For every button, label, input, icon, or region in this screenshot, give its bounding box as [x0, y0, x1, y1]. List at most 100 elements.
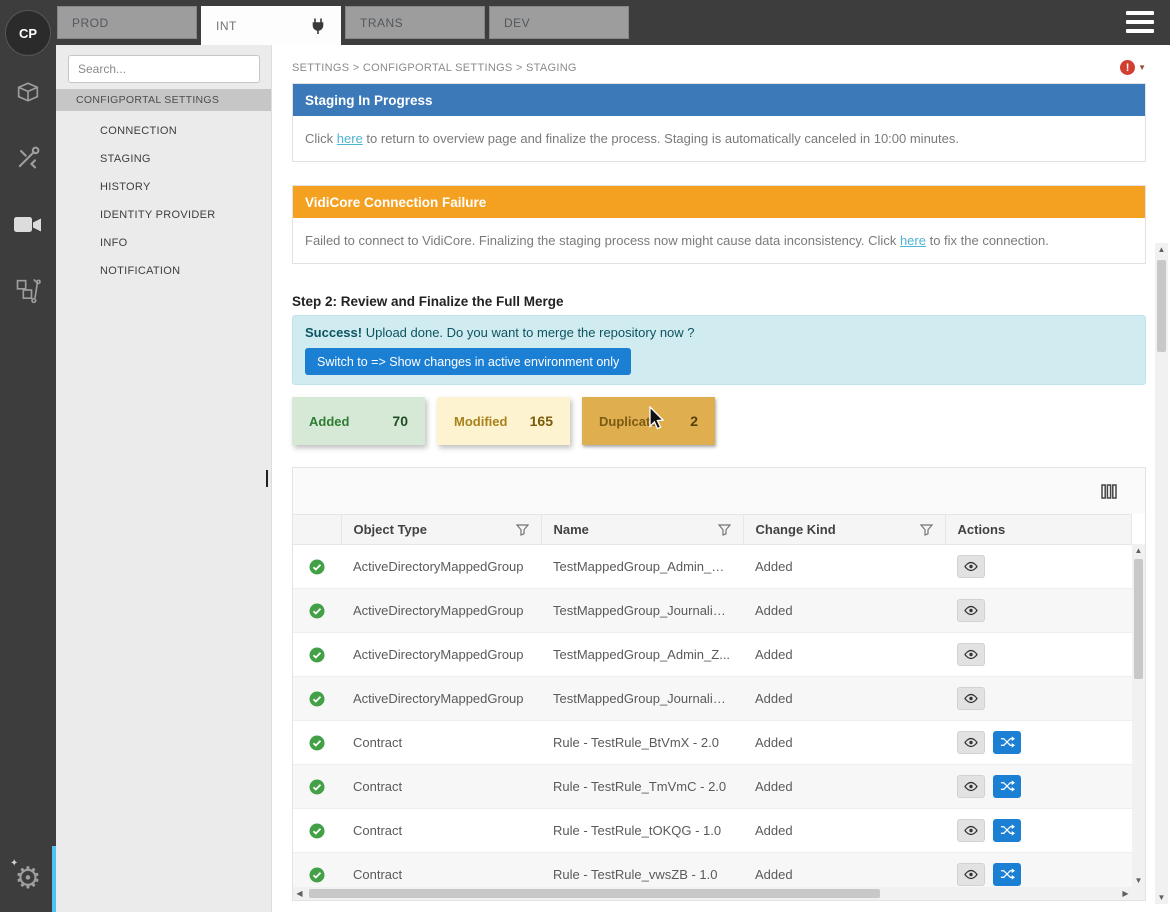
camera-icon[interactable] [0, 205, 56, 245]
table-toolbar [293, 468, 1145, 514]
added-filter-card[interactable]: Added 70 [292, 397, 425, 445]
name-cell: Rule - TestRule_tOKQG - 1.0 [541, 809, 743, 853]
sidebar-section-configportal-settings[interactable]: CONFIGPORTAL SETTINGS [56, 89, 271, 111]
sidebar-item-connection[interactable]: CONNECTION [56, 117, 271, 145]
table-vertical-scrollbar[interactable]: ▲ ▼ [1132, 544, 1145, 887]
scrollbar-thumb[interactable] [1134, 559, 1143, 679]
change-kind-label: Change Kind [756, 522, 836, 537]
scroll-down-arrow[interactable]: ▼ [1155, 891, 1168, 904]
scroll-left-arrow[interactable]: ◀ [293, 887, 306, 900]
name-cell: Rule - TestRule_BtVmX - 2.0 [541, 721, 743, 765]
sidebar-item-identity-provider[interactable]: IDENTITY PROVIDER [56, 201, 271, 229]
delivery-icon[interactable] [0, 270, 56, 310]
table-horizontal-scrollbar[interactable]: ◀ ▶ [293, 887, 1132, 900]
staging-here-link[interactable]: here [337, 131, 363, 146]
alert-dropdown[interactable]: ! ▼ [1120, 60, 1146, 75]
avatar[interactable]: CP [5, 10, 51, 56]
view-button[interactable] [957, 687, 985, 710]
merge-button[interactable] [993, 819, 1021, 842]
scroll-up-arrow[interactable]: ▲ [1132, 544, 1145, 557]
icon-rail: CP ⚙✦ [0, 0, 56, 912]
table-row[interactable]: ActiveDirectoryMappedGroup TestMappedGro… [293, 589, 1132, 633]
object-type-cell: ActiveDirectoryMappedGroup [341, 677, 541, 721]
name-column-header: Name [541, 515, 743, 545]
view-button[interactable] [957, 775, 985, 798]
tab-int[interactable]: INT [201, 6, 341, 45]
change-kind-cell: Added [743, 765, 945, 809]
object-type-cell: Contract [341, 809, 541, 853]
package-icon[interactable] [0, 72, 56, 112]
sparkle-icon: ✦ [10, 858, 18, 869]
scroll-down-arrow[interactable]: ▼ [1132, 874, 1145, 887]
object-type-cell: ActiveDirectoryMappedGroup [341, 589, 541, 633]
tab-dev[interactable]: DEV [489, 6, 629, 39]
object-type-label: Object Type [354, 522, 427, 537]
merge-button[interactable] [993, 775, 1021, 798]
table-row[interactable]: Contract Rule - TestRule_BtVmX - 2.0 Add… [293, 721, 1132, 765]
settings-gear-icon[interactable]: ⚙✦ [0, 856, 56, 900]
duplicate-filter-card[interactable]: Duplicate 2 [582, 397, 715, 445]
table-row[interactable]: ActiveDirectoryMappedGroup TestMappedGro… [293, 677, 1132, 721]
view-button[interactable] [957, 731, 985, 754]
menu-icon[interactable] [1126, 11, 1154, 33]
name-cell: Rule - TestRule_TmVmC - 2.0 [541, 765, 743, 809]
table-row[interactable]: ActiveDirectoryMappedGroup TestMappedGro… [293, 633, 1132, 677]
added-status-icon [309, 867, 325, 883]
tab-int-label: INT [216, 19, 237, 33]
view-button[interactable] [957, 555, 985, 578]
name-label: Name [554, 522, 589, 537]
tab-trans[interactable]: TRANS [345, 6, 485, 39]
table-row[interactable]: ActiveDirectoryMappedGroup TestMappedGro… [293, 545, 1132, 589]
chevron-down-icon: ▼ [1138, 63, 1146, 72]
object-type-cell: Contract [341, 721, 541, 765]
merge-button[interactable] [993, 863, 1021, 886]
table-row[interactable]: Contract Rule - TestRule_TmVmC - 2.0 Add… [293, 765, 1132, 809]
scrollbar-thumb[interactable] [309, 889, 880, 898]
switch-view-button[interactable]: Switch to => Show changes in active envi… [305, 348, 631, 375]
added-label: Added [309, 414, 349, 429]
error-badge-icon: ! [1120, 60, 1135, 75]
staging-body-prefix: Click [305, 131, 337, 146]
name-cell: TestMappedGroup_Journalist... [541, 677, 743, 721]
change-summary: Added 70 Modified 165 Duplicate 2 [292, 397, 1146, 445]
merge-button[interactable] [993, 731, 1021, 754]
name-cell: TestMappedGroup_Admin_Z... [541, 633, 743, 677]
vidicore-banner-title: VidiCore Connection Failure [293, 186, 1145, 218]
view-button[interactable] [957, 599, 985, 622]
staging-body-suffix: to return to overview page and finalize … [363, 131, 959, 146]
tab-prod-label: PROD [72, 16, 109, 30]
scroll-right-arrow[interactable]: ▶ [1119, 887, 1132, 900]
vidicore-body-prefix: Failed to connect to VidiCore. Finalizin… [305, 233, 900, 248]
added-status-icon [309, 823, 325, 839]
column-chooser-icon[interactable] [1101, 484, 1117, 499]
scrollbar-corner [1132, 887, 1145, 900]
tab-prod[interactable]: PROD [57, 6, 197, 39]
change-kind-cell: Added [743, 721, 945, 765]
added-status-icon [309, 559, 325, 575]
change-kind-cell: Added [743, 677, 945, 721]
vidicore-here-link[interactable]: here [900, 233, 926, 248]
sidebar-item-history[interactable]: HISTORY [56, 173, 271, 201]
sidebar-item-notification[interactable]: NOTIFICATION [56, 257, 271, 285]
modified-label: Modified [454, 414, 507, 429]
view-button[interactable] [957, 863, 985, 886]
view-button[interactable] [957, 819, 985, 842]
success-text: Upload done. Do you want to merge the re… [362, 325, 694, 340]
modified-filter-card[interactable]: Modified 165 [437, 397, 570, 445]
success-label: Success! [305, 325, 362, 340]
scrollbar-thumb[interactable] [1157, 260, 1166, 352]
sidebar-item-info[interactable]: INFO [56, 229, 271, 257]
view-button[interactable] [957, 643, 985, 666]
search-input[interactable] [68, 55, 260, 83]
filter-icon[interactable] [920, 524, 933, 536]
page-vertical-scrollbar[interactable]: ▲ ▼ [1155, 243, 1168, 904]
sidebar-item-staging[interactable]: STAGING [56, 145, 271, 173]
scroll-up-arrow[interactable]: ▲ [1155, 243, 1168, 256]
table-row[interactable]: Contract Rule - TestRule_tOKQG - 1.0 Add… [293, 809, 1132, 853]
tools-icon[interactable] [0, 138, 56, 178]
sidebar: CONFIGPORTAL SETTINGS CONNECTION STAGING… [56, 45, 272, 912]
filter-icon[interactable] [516, 524, 529, 536]
change-kind-cell: Added [743, 809, 945, 853]
filter-icon[interactable] [718, 524, 731, 536]
plug-icon [310, 18, 326, 34]
